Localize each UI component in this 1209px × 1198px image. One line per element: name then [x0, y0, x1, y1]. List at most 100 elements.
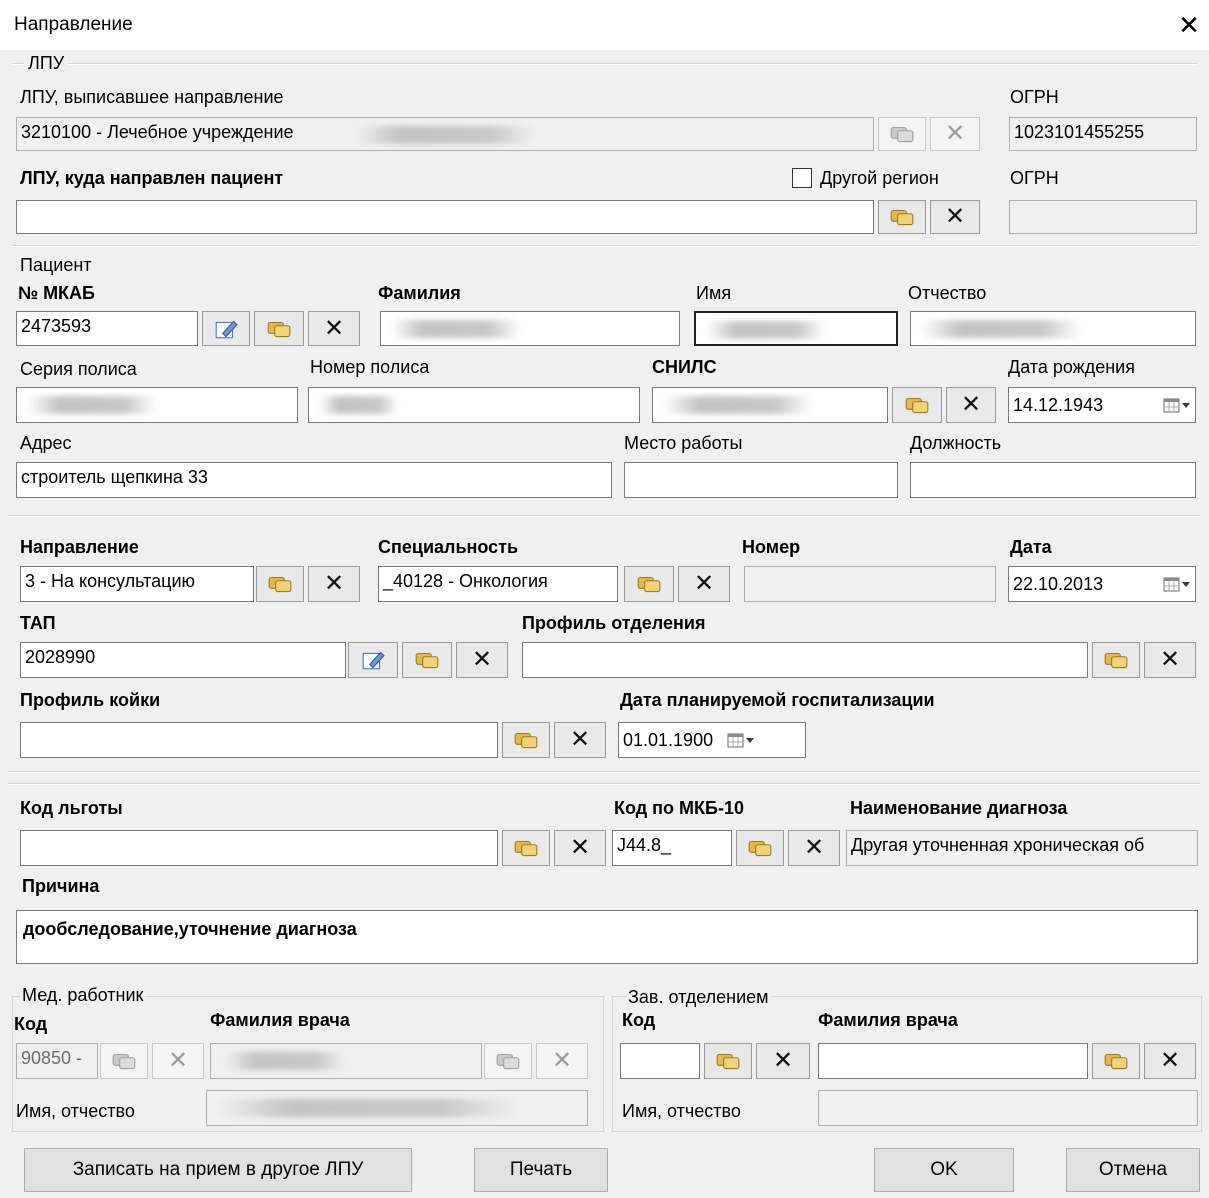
head-doctor-field[interactable]: [818, 1043, 1088, 1079]
bed-profile-label: Профиль койки: [20, 690, 161, 710]
surname-field[interactable]: [380, 311, 680, 346]
clear-button[interactable]: ✕: [930, 200, 980, 234]
policy-number-field[interactable]: [308, 387, 640, 423]
clear-button[interactable]: ✕: [456, 642, 508, 678]
head-code-label: Код: [622, 1010, 656, 1030]
clear-icon: ✕: [803, 834, 825, 861]
name-field[interactable]: [694, 311, 898, 346]
lookup-button: [100, 1043, 148, 1079]
other-region-checkbox[interactable]: [792, 168, 812, 188]
ok-button[interactable]: OK: [874, 1148, 1014, 1192]
policy-series-field[interactable]: [16, 387, 298, 423]
lookup-button[interactable]: [254, 311, 304, 346]
lookup-icon: [1103, 1051, 1129, 1071]
lookup-button: [484, 1043, 532, 1079]
dept-profile-field[interactable]: [522, 642, 1088, 678]
clear-button[interactable]: ✕: [946, 387, 996, 423]
redacted-blur: [706, 321, 826, 339]
redacted-blur: [921, 320, 1081, 338]
head-code-field[interactable]: [620, 1043, 700, 1079]
lpu-from-label: ЛПУ, выписавшее направление: [20, 87, 284, 107]
clear-button[interactable]: ✕: [788, 830, 840, 866]
med-doctor-field: [210, 1043, 482, 1079]
tap-field[interactable]: 2028990: [20, 642, 346, 678]
separator: [8, 515, 1200, 517]
separator: [8, 771, 1200, 773]
clear-button[interactable]: ✕: [930, 117, 980, 151]
mkb-field[interactable]: J44.8_: [612, 830, 732, 866]
lookup-button[interactable]: [624, 566, 674, 602]
lookup-button[interactable]: [736, 830, 784, 866]
snils-field[interactable]: [652, 387, 888, 423]
lookup-icon: [495, 1051, 521, 1071]
med-name-field: [206, 1090, 588, 1126]
position-field[interactable]: [910, 462, 1196, 498]
mkab-field[interactable]: 2473593: [16, 311, 198, 346]
clear-icon: ✕: [693, 570, 715, 597]
window-title: Направление: [14, 14, 133, 35]
clear-button[interactable]: ✕: [308, 566, 360, 602]
birthdate-label: Дата рождения: [1008, 357, 1135, 377]
clear-button: ✕: [536, 1043, 588, 1079]
direction-field[interactable]: 3 - На консультацию: [20, 566, 254, 602]
date-field[interactable]: 22.10.2013: [1008, 566, 1196, 602]
planned-date-field[interactable]: 01.01.1900: [618, 722, 806, 758]
lookup-button[interactable]: [502, 830, 550, 866]
birthdate-field[interactable]: 14.12.1943: [1008, 387, 1196, 423]
benefit-label: Код льготы: [20, 798, 123, 818]
lookup-button[interactable]: [256, 566, 304, 602]
redacted-blur: [319, 396, 399, 414]
clear-button[interactable]: ✕: [1144, 1043, 1196, 1079]
cancel-button[interactable]: Отмена: [1066, 1148, 1200, 1192]
lookup-button[interactable]: [892, 387, 942, 423]
edit-button[interactable]: [348, 642, 398, 678]
print-button[interactable]: Печать: [474, 1148, 608, 1192]
lpu-from-field: 3210100 - Лечебное учреждение: [16, 117, 874, 151]
lookup-icon: [715, 1051, 741, 1071]
number-field: [744, 566, 996, 602]
lookup-button[interactable]: [1092, 642, 1140, 678]
patient-group-label: Пациент: [20, 255, 92, 275]
ogrn-field: 1023101455255: [1009, 117, 1197, 151]
benefit-field[interactable]: [20, 830, 498, 866]
clear-button[interactable]: ✕: [1144, 642, 1196, 678]
address-field[interactable]: строитель щепкина 33: [16, 462, 612, 498]
calendar-dropdown-icon[interactable]: [1163, 397, 1191, 413]
redacted-blur: [663, 396, 813, 414]
med-code-field: 90850 -: [16, 1043, 98, 1079]
clear-button[interactable]: ✕: [554, 722, 606, 758]
bed-profile-field[interactable]: [20, 722, 498, 758]
lookup-button[interactable]: [1092, 1043, 1140, 1079]
calendar-dropdown-icon[interactable]: [727, 732, 755, 748]
clear-button[interactable]: ✕: [308, 311, 360, 346]
lookup-icon: [111, 1051, 137, 1071]
patronymic-field[interactable]: [910, 311, 1196, 346]
ogrn2-label: ОГРН: [1010, 168, 1059, 188]
calendar-dropdown-icon[interactable]: [1163, 576, 1191, 592]
ogrn-label: ОГРН: [1010, 87, 1059, 107]
clear-button[interactable]: ✕: [554, 830, 606, 866]
specialty-field[interactable]: _40128 - Онкология: [378, 566, 618, 602]
reason-field[interactable]: дообследование,уточнение диагноза: [16, 910, 1198, 964]
lookup-button[interactable]: [402, 642, 452, 678]
lookup-icon: [513, 838, 539, 858]
workplace-field[interactable]: [624, 462, 898, 498]
med-worker-group-label: Мед. работник: [20, 985, 146, 1006]
lookup-button[interactable]: [878, 117, 926, 151]
separator: [8, 783, 1200, 785]
redacted-blur: [217, 1099, 517, 1117]
lpu-to-field[interactable]: [16, 200, 874, 234]
close-icon[interactable]: ✕: [1172, 8, 1206, 42]
book-other-lpu-button[interactable]: Записать на прием в другое ЛПУ: [24, 1148, 412, 1192]
clear-button[interactable]: ✕: [678, 566, 730, 602]
lookup-icon: [1103, 650, 1129, 670]
lookup-button[interactable]: [502, 722, 550, 758]
mkb-label: Код по МКБ-10: [614, 798, 744, 818]
clear-button[interactable]: ✕: [756, 1043, 810, 1079]
lookup-button[interactable]: [704, 1043, 752, 1079]
lookup-button[interactable]: [878, 200, 926, 234]
lookup-icon: [889, 124, 915, 144]
edit-button[interactable]: [202, 311, 250, 346]
clear-button: ✕: [152, 1043, 204, 1079]
med-name-label: Имя, отчество: [16, 1101, 135, 1121]
